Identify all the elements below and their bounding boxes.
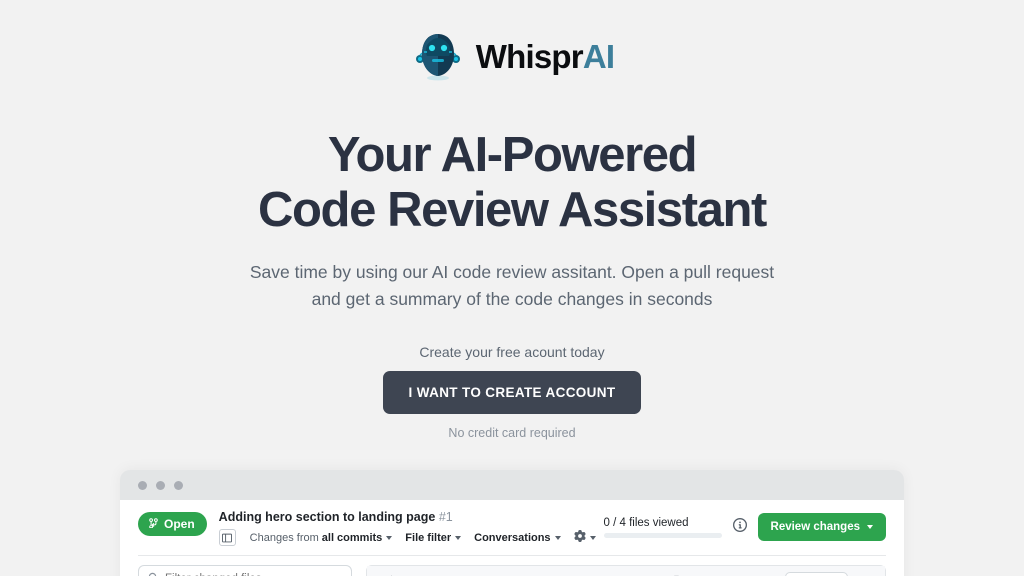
chevron-down-icon — [554, 535, 561, 540]
files-sidebar — [138, 565, 352, 576]
status-badge[interactable]: Open — [138, 512, 207, 536]
pr-toolbar: Open Adding hero section to landing page… — [138, 500, 886, 556]
diff-file-list: 2 features/saas-starter/features/feature… — [366, 565, 886, 576]
changes-from-filter[interactable]: Changes from all commits — [250, 532, 393, 544]
brand-name-dark: Whispr — [475, 37, 584, 75]
pr-title-text: Adding hero section to landing page — [218, 510, 436, 524]
window-dot-minimize[interactable] — [156, 480, 165, 490]
chevron-down-icon — [386, 535, 393, 540]
file-filter-label: File filter — [405, 531, 452, 544]
info-circle-icon[interactable] — [732, 517, 747, 537]
brand-name-accent: AI — [582, 37, 615, 75]
chevron-down-icon — [455, 535, 462, 540]
window-dot-maximize[interactable] — [174, 480, 183, 490]
pr-toolbar-right: 0 / 4 files viewed Review changes — [603, 513, 886, 541]
settings-control[interactable] — [574, 530, 596, 545]
files-viewed-count: 0 / 4 files viewed — [603, 516, 689, 529]
changes-from-value: all commits — [321, 531, 383, 544]
review-changes-button[interactable]: Review changes — [757, 513, 886, 541]
viewed-checkbox[interactable]: Viewed — [785, 572, 849, 576]
gear-icon — [574, 530, 586, 545]
subtitle-line-2: and get a summary of the code changes in… — [311, 288, 713, 309]
cta-note: No credit card required — [448, 426, 576, 440]
filter-changed-files[interactable] — [138, 565, 352, 576]
table-row[interactable]: 2 features/saas-starter/features/feature… — [367, 566, 885, 576]
brand-logo[interactable]: WhisprAI — [0, 0, 1024, 84]
headline-line-1: Your AI-Powered — [327, 128, 698, 182]
pr-controls: Changes from all commits File filter Con… — [218, 529, 604, 546]
pr-header-middle: Adding hero section to landing page #1 C… — [218, 510, 604, 546]
brand-wordmark: WhisprAI — [475, 37, 615, 75]
review-changes-label: Review changes — [770, 521, 860, 533]
hero-subtitle: Save time by using our AI code review as… — [0, 259, 1024, 313]
pull-request-icon — [148, 517, 159, 531]
changes-from-prefix: Changes from — [249, 531, 319, 544]
robot-icon — [410, 28, 466, 84]
subtitle-line-1: Save time by using our AI code review as… — [249, 261, 775, 282]
sidebar-toggle-icon[interactable] — [218, 529, 236, 546]
pr-title: Adding hero section to landing page #1 — [219, 510, 604, 524]
chevron-down-icon — [589, 535, 596, 540]
search-icon — [148, 572, 159, 576]
file-filter-control[interactable]: File filter — [405, 531, 462, 544]
headline-line-2: Code Review Assistant — [258, 182, 767, 237]
files-viewed-bar — [603, 532, 722, 538]
conversations-label: Conversations — [474, 531, 551, 544]
browser-titlebar — [120, 470, 904, 500]
cta-section: Create your free acount today I WANT TO … — [0, 344, 1024, 440]
conversations-control[interactable]: Conversations — [474, 531, 561, 544]
hero-section: Your AI-Powered Code Review Assistant Sa… — [0, 84, 1024, 313]
files-area: 2 features/saas-starter/features/feature… — [138, 556, 886, 576]
files-viewed-progress: 0 / 4 files viewed — [603, 516, 722, 538]
browser-mockup: Open Adding hero section to landing page… — [120, 470, 904, 576]
cta-prompt: Create your free acount today — [419, 344, 605, 360]
status-badge-label: Open — [164, 517, 195, 531]
pull-request-view: Open Adding hero section to landing page… — [120, 500, 904, 576]
pr-number: #1 — [438, 510, 453, 524]
create-account-button[interactable]: I WANT TO CREATE ACCOUNT — [382, 371, 642, 414]
window-dot-close[interactable] — [138, 480, 147, 490]
page-title: Your AI-Powered Code Review Assistant — [0, 128, 1024, 238]
chevron-down-icon — [867, 525, 873, 529]
